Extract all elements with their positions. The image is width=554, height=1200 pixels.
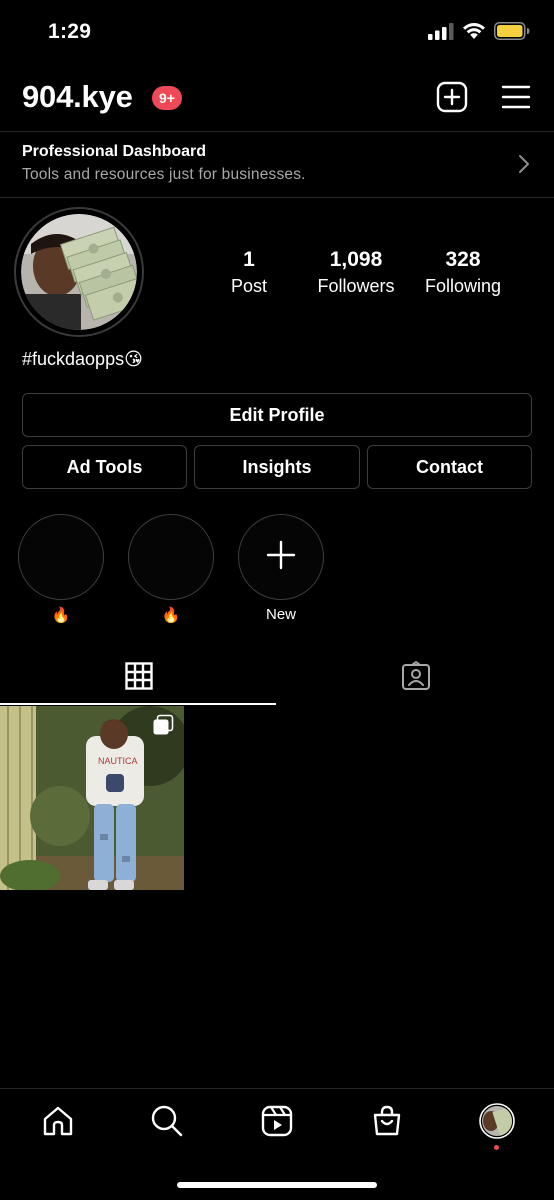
- notification-badge[interactable]: 9+: [152, 86, 182, 110]
- new-post-button[interactable]: [435, 81, 469, 118]
- grid-icon: [124, 661, 153, 695]
- menu-icon: [501, 84, 531, 115]
- plus-icon: [266, 540, 296, 575]
- edit-profile-button[interactable]: Edit Profile: [22, 393, 532, 437]
- highlight-label: New: [265, 606, 296, 623]
- chevron-right-icon: [518, 154, 530, 179]
- activity-dot: [494, 1145, 499, 1150]
- search-icon: [150, 1104, 184, 1143]
- profile-tabs: [0, 650, 554, 706]
- professional-dashboard-subtitle: Tools and resources just for businesses.: [22, 166, 306, 183]
- username-title[interactable]: 904.kye: [22, 79, 133, 115]
- stat-following[interactable]: 328 Following: [417, 248, 509, 297]
- status-bar: 1:29: [0, 0, 554, 66]
- status-icons: [428, 22, 530, 45]
- new-post-icon: [436, 81, 468, 118]
- story-highlight[interactable]: 🔥: [128, 514, 214, 626]
- stat-posts-count: 1: [243, 248, 255, 271]
- multiple-posts-icon: [152, 714, 174, 741]
- stat-followers-count: 1,098: [329, 248, 383, 271]
- nav-home[interactable]: [38, 1103, 78, 1143]
- new-highlight-circle: [238, 514, 324, 600]
- wifi-icon: [462, 22, 486, 45]
- profile-avatar-icon: [479, 1102, 515, 1144]
- battery-icon: [494, 22, 530, 45]
- stat-posts[interactable]: 1 Post: [222, 248, 276, 297]
- home-icon: [41, 1104, 75, 1143]
- post-thumbnail[interactable]: NAUTICA: [0, 706, 184, 890]
- status-time: 1:29: [48, 20, 92, 43]
- professional-dashboard-row[interactable]: Professional Dashboard Tools and resourc…: [0, 131, 554, 198]
- profile-avatar: [21, 214, 137, 330]
- highlight-cover: [18, 514, 104, 600]
- professional-dashboard-title: Professional Dashboard: [22, 143, 207, 160]
- highlight-label: 🔥: [51, 607, 71, 624]
- new-highlight-button[interactable]: New: [238, 514, 324, 626]
- insights-button[interactable]: Insights: [194, 445, 360, 489]
- menu-button[interactable]: [499, 82, 533, 116]
- tab-posts-grid[interactable]: [0, 650, 277, 706]
- nav-profile[interactable]: [477, 1102, 517, 1144]
- profile-bio: #fuckdaopps😘: [22, 349, 143, 369]
- stat-following-label: Following: [424, 276, 502, 296]
- nav-shop[interactable]: [367, 1103, 407, 1143]
- tagged-user-icon: [401, 660, 431, 696]
- profile-header: 904.kye 9+: [0, 74, 554, 124]
- stat-following-count: 328: [445, 248, 481, 271]
- stat-followers-label: Followers: [317, 276, 395, 296]
- nav-search[interactable]: [147, 1103, 187, 1143]
- highlight-cover: [128, 514, 214, 600]
- stat-posts-label: Post: [230, 276, 268, 296]
- contact-button[interactable]: Contact: [367, 445, 532, 489]
- ad-tools-button[interactable]: Ad Tools: [22, 445, 187, 489]
- active-tab-indicator: [0, 703, 276, 705]
- story-highlight[interactable]: 🔥: [18, 514, 104, 626]
- tab-tagged[interactable]: [277, 650, 554, 706]
- stat-followers[interactable]: 1,098 Followers: [310, 248, 402, 297]
- svg-text:NAUTICA: NAUTICA: [98, 756, 138, 766]
- profile-avatar-ring[interactable]: [14, 207, 144, 337]
- cellular-signal-icon: [428, 22, 454, 45]
- home-indicator: [177, 1182, 377, 1188]
- shop-icon: [370, 1104, 404, 1143]
- nav-reels[interactable]: [257, 1103, 297, 1143]
- reels-icon: [260, 1104, 294, 1143]
- highlight-label: 🔥: [161, 607, 181, 624]
